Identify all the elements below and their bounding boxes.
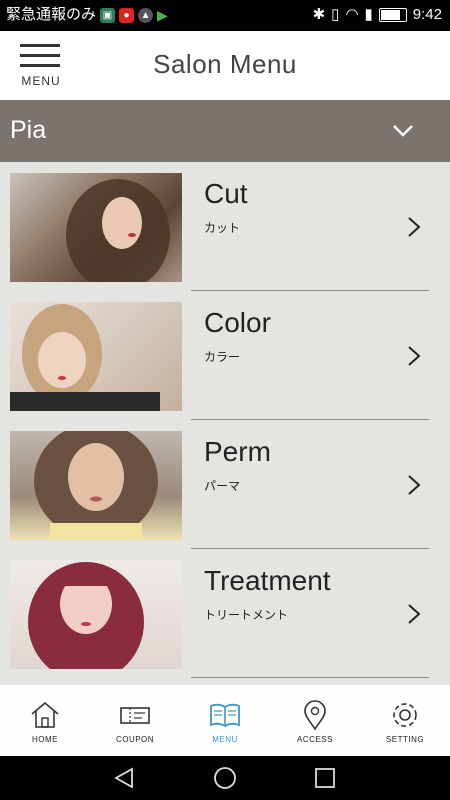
bottom-tab-bar: HOME COUPON MENU ACCESS SETTING bbox=[0, 684, 450, 757]
notification-text: 緊急通報のみ bbox=[6, 6, 97, 23]
battery-icon bbox=[378, 8, 407, 22]
salon-selector[interactable]: Pia bbox=[0, 100, 450, 162]
image-notification-icon: ▣ bbox=[100, 7, 116, 23]
menu-list: Cut カット Color カラー Perm パーマ Treatment トリー… bbox=[0, 162, 450, 684]
chevron-right-icon bbox=[408, 346, 421, 366]
app-header: MENU Salon Menu bbox=[0, 31, 450, 100]
vibrate-icon: ▯ bbox=[331, 6, 340, 23]
tab-menu[interactable]: MENU bbox=[180, 685, 270, 757]
tab-label: MENU bbox=[212, 735, 238, 744]
tab-setting[interactable]: SETTING bbox=[360, 685, 450, 757]
menu-item-perm[interactable]: Perm パーマ bbox=[0, 420, 450, 549]
book-icon bbox=[210, 703, 240, 728]
tab-coupon[interactable]: COUPON bbox=[90, 685, 180, 757]
menu-item-cut[interactable]: Cut カット bbox=[0, 162, 450, 291]
page-title: Salon Menu bbox=[153, 49, 297, 79]
chevron-right-icon bbox=[408, 604, 421, 624]
menu-item-color[interactable]: Color カラー bbox=[0, 291, 450, 420]
item-title: Treatment bbox=[204, 565, 331, 596]
item-subtitle: トリートメント bbox=[204, 608, 289, 622]
item-subtitle: パーマ bbox=[204, 479, 241, 493]
coupon-icon bbox=[120, 707, 150, 724]
warning-notification-icon: ▲ bbox=[138, 7, 154, 23]
tab-label: ACCESS bbox=[297, 735, 333, 744]
tab-label: COUPON bbox=[115, 735, 155, 744]
item-title: Perm bbox=[204, 436, 271, 467]
map-pin-icon bbox=[304, 700, 326, 731]
perm-photo-art bbox=[34, 431, 158, 540]
home-nav-icon[interactable] bbox=[213, 766, 237, 790]
tab-access[interactable]: ACCESS bbox=[270, 685, 360, 757]
item-title: Color bbox=[204, 307, 271, 338]
color-photo-art bbox=[10, 304, 160, 411]
tab-home[interactable]: HOME bbox=[0, 685, 90, 757]
gear-icon bbox=[393, 703, 417, 727]
home-icon bbox=[31, 701, 59, 728]
sim-icon: ▮ bbox=[364, 6, 373, 23]
hamburger-bar bbox=[20, 44, 60, 47]
play-store-icon: ▶ bbox=[157, 7, 168, 23]
tab-label: SETTING bbox=[385, 735, 425, 744]
back-icon[interactable] bbox=[112, 766, 136, 790]
item-title: Cut bbox=[204, 178, 248, 209]
divider bbox=[191, 677, 429, 678]
status-bar: 緊急通報のみ ▣ ● ▲ ▶ ✱ ▯ ◠ ▮ 9:42 bbox=[0, 0, 450, 31]
item-subtitle: カラー bbox=[204, 350, 241, 364]
salon-name: Pia bbox=[10, 116, 47, 144]
perm-photo bbox=[10, 431, 182, 540]
wifi-icon: ◠ bbox=[345, 6, 359, 23]
system-nav-bar bbox=[0, 756, 450, 800]
menu-item-treatment[interactable]: Treatment トリートメント bbox=[0, 549, 450, 678]
clock: 9:42 bbox=[412, 6, 442, 23]
chevron-right-icon bbox=[408, 475, 421, 495]
color-photo bbox=[10, 302, 182, 411]
treatment-photo-art bbox=[28, 562, 144, 669]
recents-icon[interactable] bbox=[313, 766, 337, 790]
chevron-right-icon bbox=[408, 217, 421, 237]
status-left: 緊急通報のみ ▣ ● ▲ ▶ bbox=[6, 5, 168, 25]
cut-photo bbox=[10, 173, 182, 282]
bluetooth-icon: ✱ bbox=[312, 6, 326, 23]
chevron-down-icon bbox=[393, 125, 413, 137]
cut-photo-art bbox=[66, 179, 170, 282]
app-notification-icon: ● bbox=[119, 7, 135, 23]
item-subtitle: カット bbox=[204, 221, 241, 235]
tab-label: HOME bbox=[32, 735, 58, 744]
status-right: ✱ ▯ ◠ ▮ 9:42 bbox=[313, 5, 442, 25]
treatment-photo bbox=[10, 560, 182, 669]
